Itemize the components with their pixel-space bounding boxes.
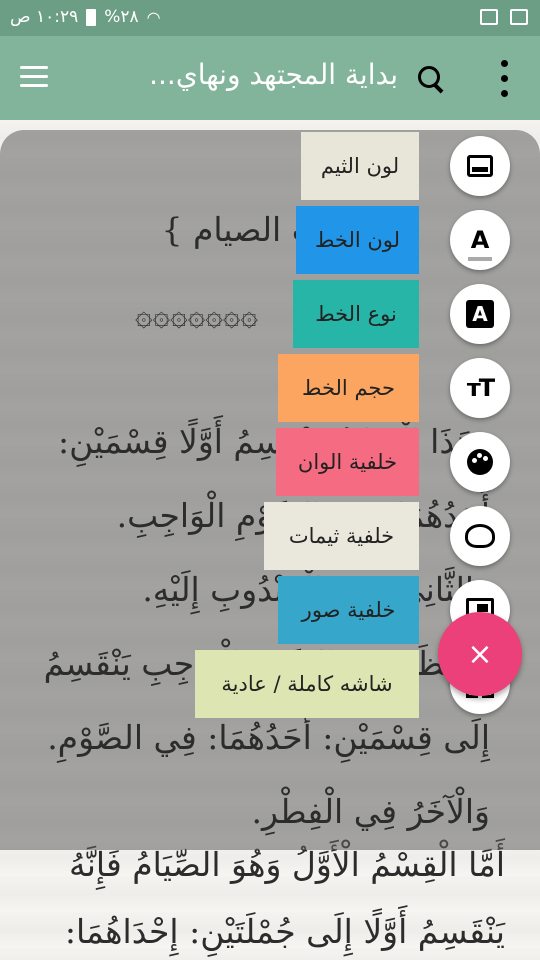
search-icon[interactable] [416, 64, 448, 96]
font-size-button[interactable]: тT [450, 358, 510, 418]
color-background-button[interactable] [450, 432, 510, 492]
font-type-button[interactable]: A [450, 284, 510, 344]
book-line-5: إِلَى قِسْمَيْنِ: أَحَدُهُمَا: فِي الصَّ… [47, 718, 490, 757]
gamepad-icon [465, 524, 495, 548]
theme-background-button[interactable] [450, 506, 510, 566]
menu-label-image-background[interactable]: خلفية صور [278, 576, 419, 644]
sync-icon [480, 9, 498, 25]
menu-label-color-background[interactable]: خلفية الوان [276, 428, 419, 496]
status-left: ١٠:٢٩ ص %٢٨ ◠ [10, 7, 161, 27]
status-right [480, 9, 528, 25]
menu-label-theme-color[interactable]: لون الثيم [301, 132, 419, 200]
menu-label-theme-background[interactable]: خلفية ثيمات [264, 502, 419, 570]
book-visible-line-2: يَنْقَسِمُ أَوَّلًا إِلَى جُمْلَتَيْنِ: … [64, 912, 505, 951]
book-visible-line-1: أَمَّا الْقِسْمُ الْأَوَّلُ وَهُوَ الصِّ… [69, 845, 505, 884]
status-bar: ١٠:٢٩ ص %٢٨ ◠ [0, 0, 540, 36]
menu-label-font-color[interactable]: لون الخط [296, 206, 419, 274]
text-color-icon: A [467, 226, 492, 261]
book-line-1: وَهَذَا الْكِتَابُ يَنْقَسِمُ أَوَّلًا ق… [58, 422, 490, 461]
hamburger-menu-icon[interactable] [20, 66, 48, 88]
font-size-icon: тT [466, 374, 495, 402]
book-line-6: وَالْآخَرُ فِي الْفِطْرِ. [251, 792, 490, 831]
more-options-icon[interactable] [494, 58, 514, 100]
close-menu-button[interactable]: × [438, 612, 522, 696]
close-icon: × [467, 636, 493, 672]
status-time: ١٠:٢٩ ص [10, 7, 79, 27]
page-title: بداية المجتهد ونهاي... [149, 58, 398, 91]
palette-icon [467, 449, 493, 475]
heading-ornament: ۞۞۞۞۞۞۞ [135, 298, 259, 333]
battery-level: %٢٨ [104, 7, 139, 27]
font-color-button[interactable]: A [450, 210, 510, 270]
menu-label-font-size[interactable]: حجم الخط [278, 354, 419, 422]
wifi-icon: ◠ [146, 7, 161, 27]
screen-icon [467, 155, 493, 177]
image-icon [510, 9, 528, 25]
menu-label-font-type[interactable]: نوع الخط [293, 280, 419, 348]
app-toolbar: بداية المجتهد ونهاي... [0, 36, 540, 120]
theme-color-button[interactable] [450, 136, 510, 196]
font-type-icon: A [466, 300, 494, 328]
battery-icon [86, 8, 97, 26]
menu-label-fullscreen[interactable]: شاشه كاملة / عادية [195, 650, 419, 718]
